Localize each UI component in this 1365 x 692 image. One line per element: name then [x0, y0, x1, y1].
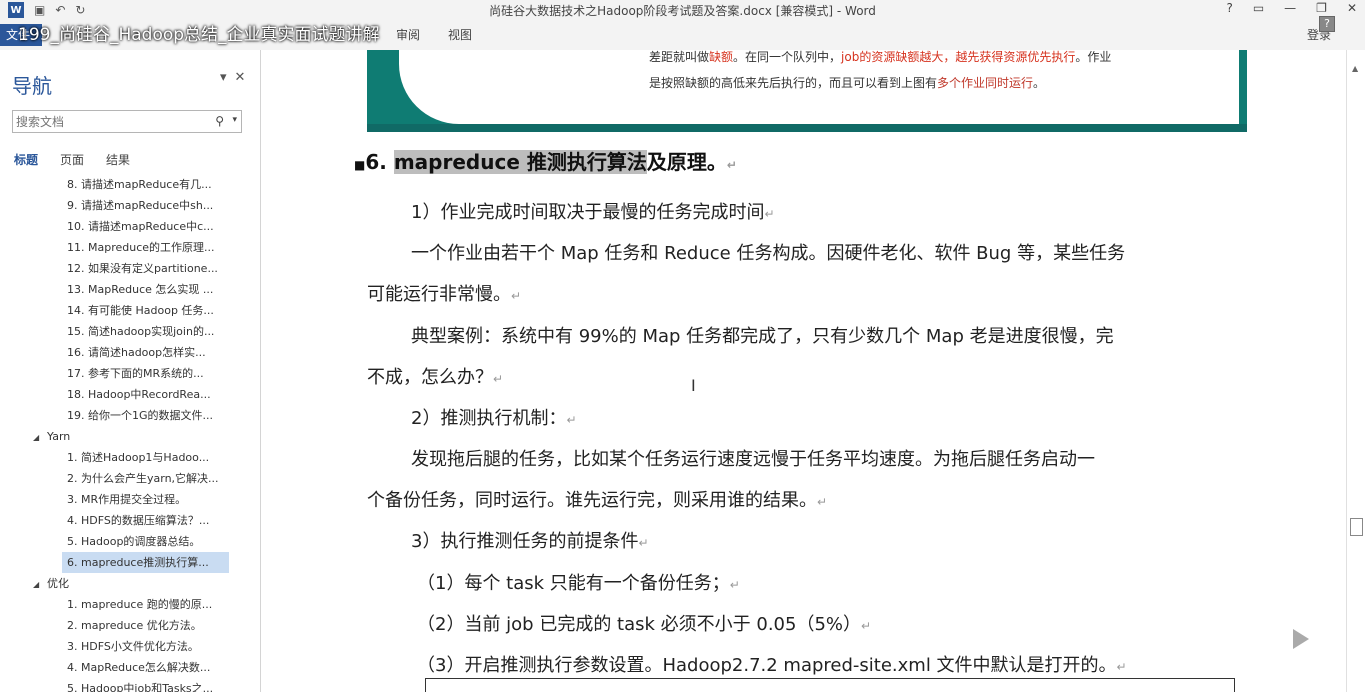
paragraph: （2）当前 job 已完成的 task 必须不小于 0.05（5%）↵: [417, 614, 872, 635]
nav-heading-item[interactable]: 4. MapReduce怎么解决数...: [0, 657, 260, 678]
nav-heading-item[interactable]: 11. Mapreduce的工作原理...: [0, 237, 260, 258]
collapse-triangle-icon[interactable]: ◢: [33, 427, 47, 448]
nav-heading-item[interactable]: 9. 请描述mapReduce中sh...: [0, 195, 260, 216]
navigation-pane: 导航 ▾ ✕ ⚲ ▾ 标题 页面 结果 8. 请描述mapReduce有几...…: [0, 50, 261, 692]
tab-pages[interactable]: 页面: [60, 151, 84, 168]
window-controls: ? ▭ — ❐ ✕: [1226, 1, 1357, 15]
paragraph: 2）推测执行机制：↵: [411, 408, 577, 429]
heading-tree: 8. 请描述mapReduce有几... 9. 请描述mapReduce中sh..…: [0, 174, 260, 692]
paragraph: 典型案例：系统中有 99%的 Map 任务都完成了，只有少数几个 Map 老是进…: [411, 326, 1114, 347]
scroll-up-icon[interactable]: ▲: [1352, 64, 1358, 73]
nav-heading-item[interactable]: 1. 简述Hadoop1与Hadoo...: [0, 447, 260, 468]
image-text-line-1: 差距就叫做缺额。在同一个队列中，job的资源缺额越大，越先获得资源优先执行。作业: [649, 50, 1112, 64]
paragraph: 不成，怎么办？↵: [367, 367, 504, 388]
document-page: 差距就叫做缺额。在同一个队列中，job的资源缺额越大，越先获得资源优先执行。作业…: [261, 50, 1346, 692]
nav-options-icon[interactable]: ▾: [220, 70, 227, 85]
search-box: ⚲ ▾: [12, 110, 242, 133]
close-icon[interactable]: ✕: [1347, 1, 1357, 15]
section-heading: ■6. mapreduce 推测执行算法及原理。↵: [354, 150, 737, 174]
nav-heading-item[interactable]: 3. MR作用提交全过程。: [0, 489, 260, 510]
nav-heading-item[interactable]: 5. Hadoop中job和Tasks之...: [0, 678, 260, 692]
nav-heading-item[interactable]: 6. mapreduce推测执行算...: [0, 552, 260, 573]
code-box: [425, 678, 1235, 692]
video-overlay-title: 199_尚硅谷_Hadoop总结_企业真实面试题讲解: [18, 25, 380, 45]
nav-heading-item[interactable]: 19. 给你一个1G的数据文件...: [0, 405, 260, 426]
document-title: 尚硅谷大数据技术之Hadoop阶段考试题及答案.docx [兼容模式] - Wo…: [489, 4, 876, 18]
nav-heading-item[interactable]: 2. mapreduce 优化方法。: [0, 615, 260, 636]
paragraph: 一个作业由若干个 Map 任务和 Reduce 任务构成。因硬件老化、软件 Bu…: [411, 243, 1126, 264]
nav-heading-item[interactable]: 4. HDFS的数据压缩算法？...: [0, 510, 260, 531]
tab-results[interactable]: 结果: [106, 151, 130, 168]
restore-icon[interactable]: ❐: [1316, 1, 1327, 15]
vertical-scrollbar[interactable]: ▲: [1346, 50, 1365, 692]
tab-view[interactable]: 视图: [434, 24, 486, 46]
nav-close-icon[interactable]: ✕: [235, 70, 246, 85]
nav-tabs: 标题 页面 结果: [14, 151, 130, 168]
nav-heading-item[interactable]: 8. 请描述mapReduce有几...: [0, 174, 260, 195]
paragraph: （3）开启推测执行参数设置。Hadoop2.7.2 mapred-site.xm…: [417, 655, 1127, 676]
nav-heading-group[interactable]: ◢ 优化: [0, 573, 260, 594]
play-icon: [1293, 629, 1309, 649]
paragraph: 1）作业完成时间取决于最慢的任务完成时间↵: [411, 202, 775, 223]
nav-heading-item[interactable]: 15. 简述hadoop实现join的...: [0, 321, 260, 342]
search-input[interactable]: [13, 111, 203, 133]
paragraph: 可能运行非常慢。↵: [367, 284, 522, 305]
nav-heading-item[interactable]: 17. 参考下面的MR系统的...: [0, 363, 260, 384]
ribbon-display-icon[interactable]: ▭: [1253, 1, 1264, 15]
tab-review[interactable]: 审阅: [382, 24, 434, 46]
nav-heading-item[interactable]: 5. Hadoop的调度器总结。: [0, 531, 260, 552]
nav-heading-item[interactable]: 2. 为什么会产生yarn,它解决...: [0, 468, 260, 489]
play-button[interactable]: [1270, 617, 1328, 661]
embedded-image: 差距就叫做缺额。在同一个队列中，job的资源缺额越大，越先获得资源优先执行。作业…: [367, 50, 1247, 132]
paragraph: 发现拖后腿的任务，比如某个任务运行速度远慢于任务平均速度。为拖后腿任务启动一: [411, 449, 1095, 470]
collapse-triangle-icon[interactable]: ◢: [33, 574, 47, 595]
search-dropdown-icon[interactable]: ▾: [232, 115, 237, 125]
paragraph: 3）执行推测任务的前提条件↵: [411, 531, 649, 552]
nav-heading-item[interactable]: 18. Hadoop中RecordRea...: [0, 384, 260, 405]
help-icon[interactable]: ?: [1226, 1, 1232, 15]
help-box-icon[interactable]: ?: [1319, 16, 1335, 32]
nav-heading-item[interactable]: 3. HDFS小文件优化方法。: [0, 636, 260, 657]
search-icon[interactable]: ⚲: [215, 114, 224, 128]
nav-heading-item[interactable]: 16. 请简述hadoop怎样实...: [0, 342, 260, 363]
scrollbar-thumb[interactable]: [1350, 518, 1363, 536]
paragraph: 个备份任务，同时运行。谁先运行完，则采用谁的结果。↵: [367, 490, 828, 511]
nav-controls: ▾ ✕: [220, 70, 245, 85]
minimize-icon[interactable]: —: [1284, 1, 1296, 15]
nav-heading-item[interactable]: 1. mapreduce 跑的慢的原...: [0, 594, 260, 615]
nav-heading-item[interactable]: 14. 有可能使 Hadoop 任务...: [0, 300, 260, 321]
nav-title: 导航: [12, 74, 52, 98]
paragraph: （1）每个 task 只能有一个备份任务；↵: [417, 573, 740, 594]
image-text-line-2: 是按照缺额的高低来先后执行的，而且可以看到上图有多个作业同时运行。: [649, 76, 1046, 90]
nav-heading-item[interactable]: 13. MapReduce 怎么实现 ...: [0, 279, 260, 300]
nav-heading-item[interactable]: 10. 请描述mapReduce中c...: [0, 216, 260, 237]
text-cursor-icon: I: [691, 376, 696, 395]
nav-heading-item[interactable]: 12. 如果没有定义partitione...: [0, 258, 260, 279]
nav-heading-group[interactable]: ◢ Yarn: [0, 426, 260, 447]
tab-headings[interactable]: 标题: [14, 151, 38, 168]
